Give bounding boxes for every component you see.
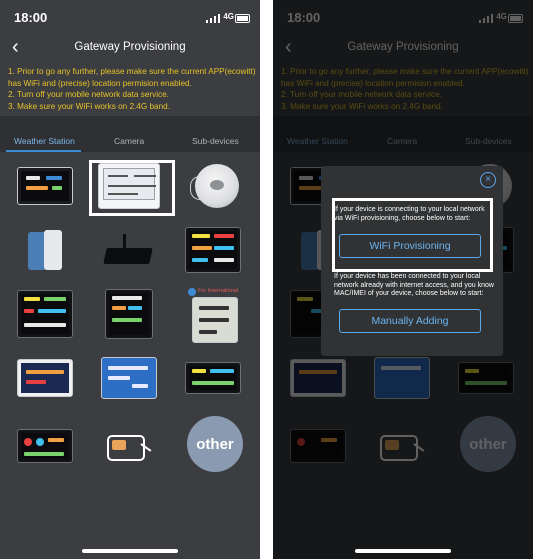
device-tile[interactable] — [98, 288, 160, 340]
notice-line: 3. Make sure your WiFi works on 2.4G ban… — [8, 101, 170, 111]
left-screen: 18:00 4G ‹ Gateway Provisioning 1. Prior… — [0, 0, 260, 559]
device-tabs: Weather Station Camera Sub-devices — [0, 130, 260, 152]
tab-sub-devices[interactable]: Sub-devices — [192, 136, 239, 146]
device-tile[interactable]: other — [184, 416, 246, 472]
manual-instructions: If your device has been connected to you… — [334, 273, 494, 298]
device-tile[interactable] — [14, 352, 76, 404]
tab-camera[interactable]: Camera — [114, 136, 144, 146]
lcd-sensor-image — [192, 297, 238, 343]
black-gateway-image — [101, 232, 157, 268]
device-tile[interactable] — [98, 224, 160, 276]
page-title: Gateway Provisioning — [74, 41, 186, 53]
status-bar: 18:00 4G — [0, 0, 260, 32]
provisioning-notice: 1. Prior to go any further, please make … — [8, 66, 256, 112]
wide-display-image — [185, 362, 241, 394]
device-tile[interactable] — [14, 160, 76, 212]
round-sensor-image — [195, 164, 239, 208]
device-tile[interactable] — [184, 294, 246, 346]
home-indicator — [82, 549, 178, 553]
device-tile[interactable] — [14, 224, 76, 276]
device-tile[interactable] — [98, 352, 160, 404]
blue-gateway-image — [26, 228, 64, 272]
nav-bar: ‹ Gateway Provisioning — [0, 36, 260, 60]
right-screen: 18:00 4G ‹ Gateway Provisioning 1. Prior… — [273, 0, 533, 559]
gauge-display-image — [17, 429, 73, 463]
tft-display-image — [17, 290, 73, 338]
network-type: 4G — [223, 12, 234, 21]
other-device-button: other — [187, 416, 243, 472]
device-tile[interactable] — [98, 420, 160, 472]
status-time: 18:00 — [14, 10, 48, 25]
wifi-highlight-frame — [332, 198, 493, 272]
ac-controller-image — [105, 431, 153, 461]
color-display-image — [185, 227, 241, 273]
notice-line: 1. Prior to go any further, please make … — [8, 67, 256, 76]
home-indicator — [355, 549, 451, 553]
active-tab-indicator — [6, 150, 81, 152]
notice-line: 2. Turn off your mobile network data ser… — [8, 90, 169, 99]
device-tile[interactable] — [182, 352, 244, 404]
device-tile[interactable] — [14, 288, 76, 340]
battery-icon — [235, 14, 250, 23]
notice-line: has WiFi and (precise) location permisio… — [8, 78, 192, 88]
vertical-display-image — [105, 289, 153, 339]
device-tile[interactable] — [14, 420, 76, 472]
section-divider — [0, 116, 260, 130]
selected-device-highlight — [89, 160, 175, 216]
device-tile[interactable] — [186, 160, 248, 212]
tab-weather-station[interactable]: Weather Station — [14, 136, 75, 146]
signal-icon — [206, 14, 220, 23]
device-tile[interactable] — [182, 224, 244, 276]
manually-adding-button[interactable]: Manually Adding — [339, 309, 481, 333]
white-frame-display-image — [17, 359, 73, 397]
close-icon[interactable]: × — [480, 172, 496, 188]
weather-station-console-image — [17, 167, 73, 205]
blue-lcd-display-image — [101, 357, 157, 399]
